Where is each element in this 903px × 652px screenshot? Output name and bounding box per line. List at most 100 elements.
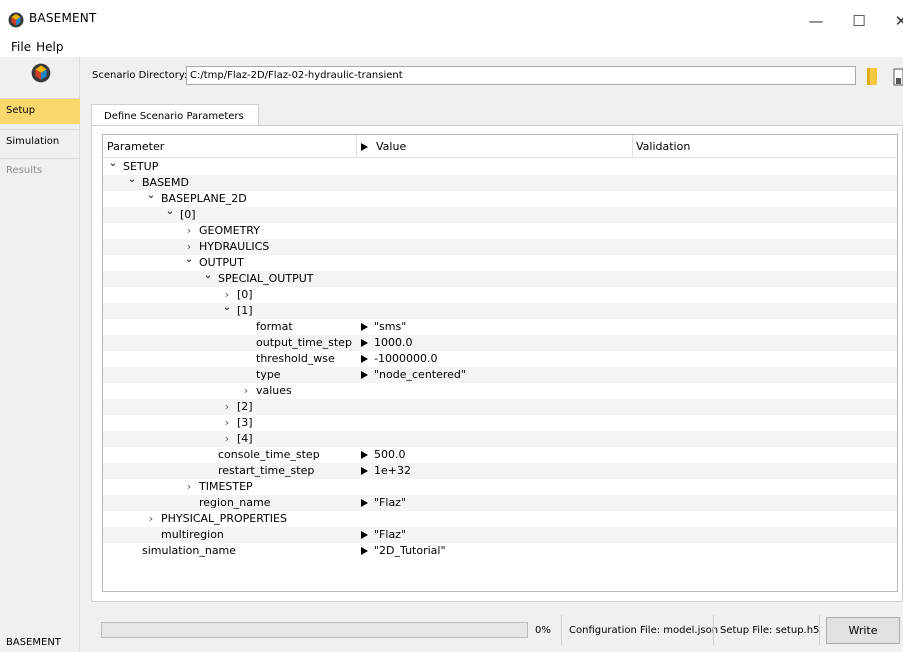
basement-logo-icon — [8, 12, 24, 28]
tree-row[interactable]: output_time_step 1000.0 — [103, 335, 897, 351]
tree-row-parameter: › [0] — [221, 288, 253, 301]
tree-row-label: [1] — [237, 304, 253, 317]
scenario-directory-label: Scenario Directory: — [92, 70, 188, 81]
chevron-down-icon[interactable]: ⌄ — [221, 302, 233, 313]
menu-help[interactable]: Help — [36, 38, 63, 57]
tree-row[interactable]: ⌄ SETUP — [103, 158, 897, 175]
tree-row[interactable]: format "sms" — [103, 319, 897, 335]
tree-row-value[interactable]: "node_centered" — [361, 368, 466, 381]
tree-row[interactable]: console_time_step 500.0 — [103, 447, 897, 463]
column-divider[interactable] — [632, 135, 633, 158]
chevron-right-icon[interactable]: › — [183, 240, 195, 253]
sidebar: Setup Simulation Results BASEMENT — [0, 57, 80, 652]
save-icon[interactable] — [893, 68, 903, 86]
column-divider[interactable] — [356, 135, 357, 158]
sidebar-item-simulation[interactable]: Simulation — [0, 129, 80, 155]
tree-row[interactable]: ⌄ [0] — [103, 206, 897, 223]
tree-row[interactable]: restart_time_step 1e+32 — [103, 463, 897, 479]
tree-row-value[interactable]: "sms" — [361, 320, 406, 333]
tree-header: Parameter Value Validation — [103, 135, 897, 158]
tree-row[interactable]: › PHYSICAL_PROPERTIES — [103, 511, 897, 527]
tree-row[interactable]: multiregion "Flaz" — [103, 527, 897, 543]
tree-row[interactable]: ⌄ OUTPUT — [103, 254, 897, 271]
tree-row[interactable]: › [3] — [103, 415, 897, 431]
chevron-down-icon[interactable]: ⌄ — [126, 174, 138, 185]
chevron-right-icon[interactable]: › — [221, 400, 233, 413]
tree-row-parameter: › GEOMETRY — [183, 224, 260, 237]
chevron-down-icon[interactable]: ⌄ — [202, 270, 214, 281]
tree-row[interactable]: › [0] — [103, 287, 897, 303]
tree-row-label: type — [256, 368, 281, 381]
close-button[interactable]: ✕ — [878, 6, 903, 36]
tree-row[interactable]: › [2] — [103, 399, 897, 415]
chevron-right-icon[interactable]: › — [145, 512, 157, 525]
chevron-right-icon[interactable]: › — [183, 224, 195, 237]
tree-row[interactable]: threshold_wse -1000000.0 — [103, 351, 897, 367]
tree-row-value[interactable]: 1000.0 — [361, 336, 413, 349]
tree-row[interactable]: › HYDRAULICS — [103, 239, 897, 255]
chevron-right-icon[interactable]: › — [183, 480, 195, 493]
tree-row[interactable]: region_name "Flaz" — [103, 495, 897, 511]
minimize-button[interactable]: — — [793, 6, 839, 36]
tree-row-parameter: › [3] — [221, 416, 253, 429]
sidebar-item-results[interactable]: Results — [0, 158, 80, 184]
tree-row-parameter: › HYDRAULICS — [183, 240, 269, 253]
chevron-right-icon[interactable]: › — [221, 416, 233, 429]
tab-define-scenario-parameters[interactable]: Define Scenario Parameters — [91, 104, 259, 126]
chevron-right-icon[interactable]: › — [221, 432, 233, 445]
tree-row-label: TIMESTEP — [199, 480, 253, 493]
tree-row-value-text: 500.0 — [374, 448, 406, 461]
tree-row-label: HYDRAULICS — [199, 240, 270, 253]
folder-icon[interactable] — [866, 66, 878, 86]
chevron-down-icon[interactable]: ⌄ — [183, 254, 195, 265]
chevron-down-icon[interactable]: ⌄ — [164, 206, 176, 217]
chevron-right-icon[interactable]: › — [221, 288, 233, 301]
column-header-value[interactable]: Value — [361, 140, 406, 153]
tree-row[interactable]: › [4] — [103, 431, 897, 447]
tree-row-parameter: ⌄ BASEMD — [126, 174, 189, 189]
tree-row-value[interactable]: 500.0 — [361, 448, 406, 461]
tree-row[interactable]: ⌄ [1] — [103, 302, 897, 319]
play-icon — [361, 370, 368, 379]
tree-row-value[interactable]: 1e+32 — [361, 464, 411, 477]
write-button[interactable]: Write — [826, 617, 900, 644]
tree-row-value[interactable]: "Flaz" — [361, 528, 406, 541]
tree-row-value[interactable]: "Flaz" — [361, 496, 406, 509]
tree-row[interactable]: › TIMESTEP — [103, 479, 897, 495]
chevron-down-icon[interactable]: ⌄ — [145, 190, 157, 201]
tree-row-label: SETUP — [123, 160, 159, 173]
tree-row-value[interactable]: -1000000.0 — [361, 352, 437, 365]
scenario-directory-input[interactable] — [186, 66, 856, 85]
tree-row[interactable]: type "node_centered" — [103, 367, 897, 383]
basement-logo-icon — [31, 63, 51, 83]
tree-row-parameter: console_time_step — [218, 448, 320, 461]
chevron-down-icon[interactable]: ⌄ — [107, 158, 119, 169]
play-icon — [361, 142, 368, 151]
tree-row[interactable]: ⌄ SPECIAL_OUTPUT — [103, 270, 897, 287]
progress-bar — [101, 622, 528, 638]
window-title: BASEMENT — [29, 11, 97, 25]
tree-row-parameter: simulation_name — [142, 544, 236, 557]
play-icon — [361, 322, 368, 331]
tree-row-label: BASEMD — [142, 176, 189, 189]
parameter-tree[interactable]: Parameter Value Validation ⌄ SETUP ⌄ BASEMD… — [102, 134, 898, 592]
tree-row-label: SPECIAL_OUTPUT — [218, 272, 314, 285]
tree-row-parameter: threshold_wse — [256, 352, 335, 365]
tree-row-value[interactable]: "2D_Tutorial" — [361, 544, 446, 557]
maximize-button[interactable]: ☐ — [836, 6, 882, 36]
tree-row[interactable]: ⌄ BASEPLANE_2D — [103, 190, 897, 207]
tree-row[interactable]: simulation_name "2D_Tutorial" — [103, 543, 897, 559]
setup-file-status: Setup File: setup.h5 — [720, 625, 820, 636]
column-header-validation[interactable]: Validation — [636, 140, 690, 153]
tree-row[interactable]: ⌄ BASEMD — [103, 174, 897, 191]
tree-row-parameter: multiregion — [161, 528, 224, 541]
column-header-parameter[interactable]: Parameter — [107, 140, 164, 153]
progress-percent: 0% — [535, 625, 551, 636]
menu-file[interactable]: File — [11, 38, 31, 57]
tree-row-label: PHYSICAL_PROPERTIES — [161, 512, 287, 525]
tree-row-value-text: -1000000.0 — [374, 352, 438, 365]
chevron-right-icon[interactable]: › — [240, 384, 252, 397]
tree-row[interactable]: › values — [103, 383, 897, 399]
sidebar-item-setup[interactable]: Setup — [0, 98, 80, 124]
tree-row[interactable]: › GEOMETRY — [103, 223, 897, 239]
